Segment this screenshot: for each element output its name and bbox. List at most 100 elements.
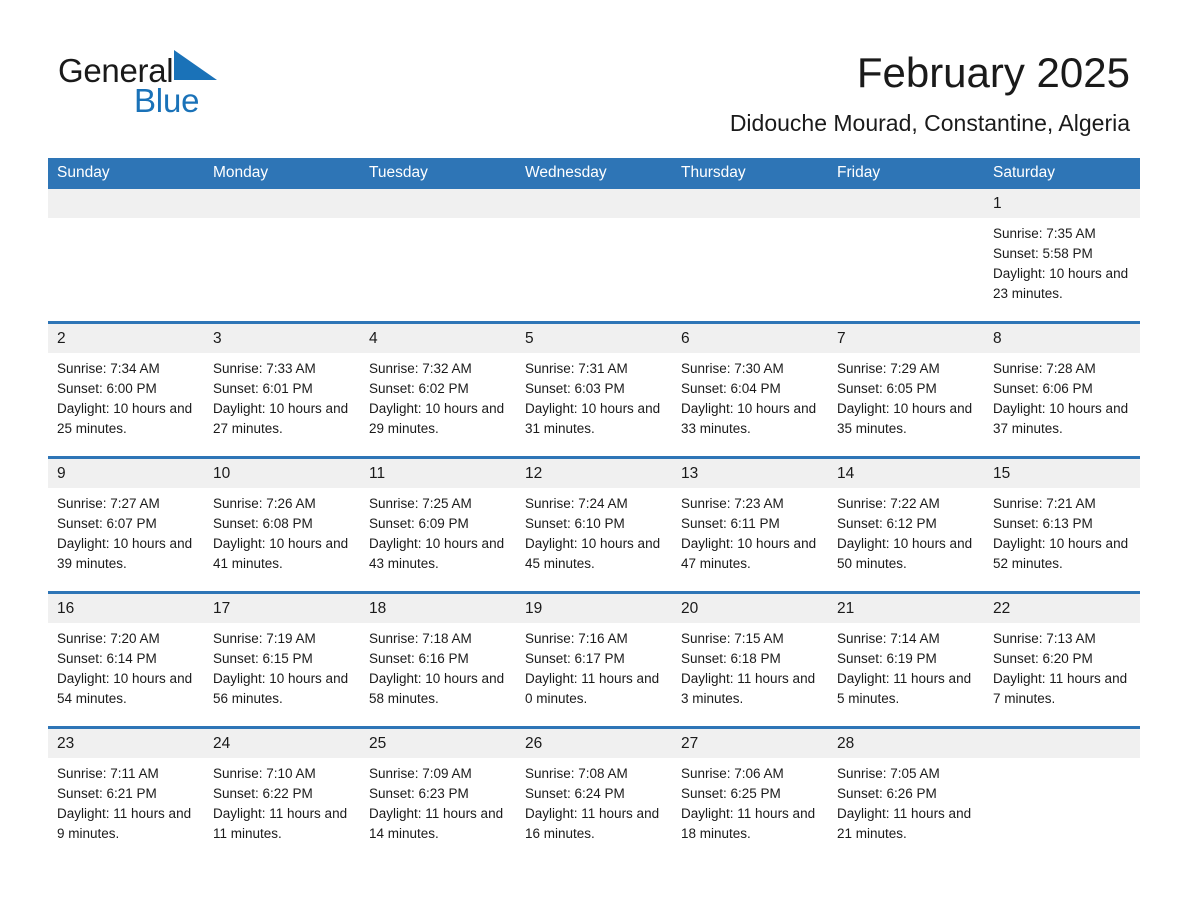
weekday-header-wednesday: Wednesday (516, 158, 672, 189)
day-number: 12 (516, 459, 672, 488)
day-number: 5 (516, 324, 672, 353)
sunrise-text: Sunrise: 7:13 AM (993, 631, 1096, 646)
calendar-day-cell[interactable]: 19 Sunrise: 7:16 AM Sunset: 6:17 PM Dayligh… (516, 591, 672, 728)
calendar-day-cell[interactable]: 20 Sunrise: 7:15 AM Sunset: 6:18 PM Dayligh… (672, 591, 828, 728)
daylight-text: Daylight: 10 hours and 54 minutes. (57, 671, 193, 706)
calendar-day-cell[interactable]: 9 Sunrise: 7:27 AM Sunset: 6:07 PM Daylight… (48, 456, 204, 593)
daylight-text: Daylight: 11 hours and 16 minutes. (525, 806, 660, 841)
daylight-text: Daylight: 11 hours and 5 minutes. (837, 671, 972, 706)
sunset-text: Sunset: 6:15 PM (213, 651, 313, 666)
daylight-text: Daylight: 10 hours and 35 minutes. (837, 401, 973, 436)
day-number: 1 (984, 189, 1140, 218)
sunrise-text: Sunrise: 7:22 AM (837, 496, 940, 511)
calendar-body: 1 Sunrise: 7:35 AM Sunset: 5:58 PM Daylight… (48, 189, 1140, 861)
calendar-week-row: 23 Sunrise: 7:11 AM Sunset: 6:21 PM Dayligh… (48, 726, 1140, 861)
sunset-text: Sunset: 6:05 PM (837, 381, 937, 396)
page-header: General Blue February 2025 Didouche Mour… (0, 0, 1188, 155)
day-number: 22 (984, 594, 1140, 623)
day-number: 25 (360, 729, 516, 758)
calendar-day-cell[interactable]: 28 Sunrise: 7:05 AM Sunset: 6:26 PM Dayligh… (828, 726, 984, 861)
sunset-text: Sunset: 6:10 PM (525, 516, 625, 531)
calendar-day-cell[interactable]: 25 Sunrise: 7:09 AM Sunset: 6:23 PM Dayligh… (360, 726, 516, 861)
day-number (672, 189, 828, 218)
calendar-day-cell[interactable]: 11 Sunrise: 7:25 AM Sunset: 6:09 PM Dayligh… (360, 456, 516, 593)
day-number: 13 (672, 459, 828, 488)
day-details: Sunrise: 7:15 AM Sunset: 6:18 PM Daylight:… (672, 623, 828, 709)
day-details: Sunrise: 7:10 AM Sunset: 6:22 PM Daylight:… (204, 758, 360, 844)
logo-top-row: General (58, 50, 358, 89)
calendar-day-cell[interactable]: 24 Sunrise: 7:10 AM Sunset: 6:22 PM Dayligh… (204, 726, 360, 861)
sunset-text: Sunset: 6:21 PM (57, 786, 157, 801)
calendar-week-row: 9 Sunrise: 7:27 AM Sunset: 6:07 PM Daylight… (48, 456, 1140, 593)
daylight-text: Daylight: 10 hours and 56 minutes. (213, 671, 349, 706)
sunrise-text: Sunrise: 7:11 AM (57, 766, 159, 781)
sunset-text: Sunset: 6:18 PM (681, 651, 781, 666)
daylight-text: Daylight: 10 hours and 31 minutes. (525, 401, 661, 436)
day-details: Sunrise: 7:31 AM Sunset: 6:03 PM Daylight:… (516, 353, 672, 439)
day-number: 4 (360, 324, 516, 353)
calendar-day-cell[interactable]: 5 Sunrise: 7:31 AM Sunset: 6:03 PM Daylight… (516, 321, 672, 458)
sunset-text: Sunset: 6:20 PM (993, 651, 1093, 666)
daylight-text: Daylight: 11 hours and 14 minutes. (369, 806, 504, 841)
calendar-table: Sunday Monday Tuesday Wednesday Thursday Frid… (48, 158, 1140, 861)
day-number (828, 189, 984, 218)
calendar-day-cell[interactable]: 12 Sunrise: 7:24 AM Sunset: 6:10 PM Dayligh… (516, 456, 672, 593)
day-number: 10 (204, 459, 360, 488)
calendar-day-cell[interactable]: 22 Sunrise: 7:13 AM Sunset: 6:20 PM Dayligh… (984, 591, 1140, 728)
day-details: Sunrise: 7:13 AM Sunset: 6:20 PM Daylight:… (984, 623, 1140, 709)
day-number: 26 (516, 729, 672, 758)
day-number: 11 (360, 459, 516, 488)
calendar-day-cell[interactable]: 4 Sunrise: 7:32 AM Sunset: 6:02 PM Daylight… (360, 321, 516, 458)
calendar-day-cell[interactable]: 13 Sunrise: 7:23 AM Sunset: 6:11 PM Dayligh… (672, 456, 828, 593)
day-number: 7 (828, 324, 984, 353)
day-details: Sunrise: 7:05 AM Sunset: 6:26 PM Daylight:… (828, 758, 984, 844)
weekday-header-saturday: Saturday (984, 158, 1140, 189)
calendar-day-cell-empty (828, 189, 984, 323)
calendar-day-cell[interactable]: 15 Sunrise: 7:21 AM Sunset: 6:13 PM Dayligh… (984, 456, 1140, 593)
day-number (984, 729, 1140, 758)
calendar-day-cell[interactable]: 16 Sunrise: 7:20 AM Sunset: 6:14 PM Dayligh… (48, 591, 204, 728)
sunset-text: Sunset: 6:16 PM (369, 651, 469, 666)
calendar-day-cell[interactable]: 2 Sunrise: 7:34 AM Sunset: 6:00 PM Daylight… (48, 321, 204, 458)
calendar-day-cell[interactable]: 17 Sunrise: 7:19 AM Sunset: 6:15 PM Dayligh… (204, 591, 360, 728)
day-number: 8 (984, 324, 1140, 353)
daylight-text: Daylight: 10 hours and 52 minutes. (993, 536, 1129, 571)
calendar-day-cell[interactable]: 21 Sunrise: 7:14 AM Sunset: 6:19 PM Dayligh… (828, 591, 984, 728)
sunset-text: Sunset: 6:03 PM (525, 381, 625, 396)
calendar-day-cell[interactable]: 6 Sunrise: 7:30 AM Sunset: 6:04 PM Daylight… (672, 321, 828, 458)
page-subtitle: Didouche Mourad, Constantine, Algeria (729, 110, 1130, 136)
day-details: Sunrise: 7:21 AM Sunset: 6:13 PM Daylight:… (984, 488, 1140, 574)
calendar-day-cell[interactable]: 3 Sunrise: 7:33 AM Sunset: 6:01 PM Daylight… (204, 321, 360, 458)
day-number (204, 189, 360, 218)
weekday-header-monday: Monday (204, 158, 360, 189)
calendar-day-cell[interactable]: 14 Sunrise: 7:22 AM Sunset: 6:12 PM Dayligh… (828, 456, 984, 593)
day-number: 24 (204, 729, 360, 758)
sunset-text: Sunset: 6:17 PM (525, 651, 625, 666)
calendar-day-cell[interactable]: 8 Sunrise: 7:28 AM Sunset: 6:06 PM Daylight… (984, 321, 1140, 458)
day-details: Sunrise: 7:26 AM Sunset: 6:08 PM Daylight:… (204, 488, 360, 574)
sunrise-text: Sunrise: 7:14 AM (837, 631, 940, 646)
calendar-day-cell[interactable]: 27 Sunrise: 7:06 AM Sunset: 6:25 PM Dayligh… (672, 726, 828, 861)
calendar-week-row: 2 Sunrise: 7:34 AM Sunset: 6:00 PM Daylight… (48, 321, 1140, 458)
sunrise-text: Sunrise: 7:10 AM (213, 766, 316, 781)
daylight-text: Daylight: 10 hours and 33 minutes. (681, 401, 817, 436)
weekday-header-tuesday: Tuesday (360, 158, 516, 189)
day-details: Sunrise: 7:11 AM Sunset: 6:21 PM Daylight:… (48, 758, 204, 844)
calendar-day-cell[interactable]: 7 Sunrise: 7:29 AM Sunset: 6:05 PM Daylight… (828, 321, 984, 458)
daylight-text: Daylight: 11 hours and 11 minutes. (213, 806, 348, 841)
calendar-day-cell[interactable]: 1 Sunrise: 7:35 AM Sunset: 5:58 PM Daylight… (984, 189, 1140, 323)
day-details: Sunrise: 7:18 AM Sunset: 6:16 PM Daylight:… (360, 623, 516, 709)
calendar-day-cell[interactable]: 23 Sunrise: 7:11 AM Sunset: 6:21 PM Dayligh… (48, 726, 204, 861)
daylight-text: Daylight: 11 hours and 21 minutes. (837, 806, 972, 841)
calendar-day-cell[interactable]: 10 Sunrise: 7:26 AM Sunset: 6:08 PM Dayligh… (204, 456, 360, 593)
sunset-text: Sunset: 6:14 PM (57, 651, 157, 666)
sunset-text: Sunset: 6:08 PM (213, 516, 313, 531)
sunrise-text: Sunrise: 7:35 AM (993, 226, 1096, 241)
calendar-day-cell[interactable]: 18 Sunrise: 7:18 AM Sunset: 6:16 PM Dayligh… (360, 591, 516, 728)
day-details: Sunrise: 7:19 AM Sunset: 6:15 PM Daylight:… (204, 623, 360, 709)
day-details: Sunrise: 7:32 AM Sunset: 6:02 PM Daylight:… (360, 353, 516, 439)
sunrise-text: Sunrise: 7:33 AM (213, 361, 316, 376)
day-number: 2 (48, 324, 204, 353)
calendar-day-cell[interactable]: 26 Sunrise: 7:08 AM Sunset: 6:24 PM Dayligh… (516, 726, 672, 861)
sunset-text: Sunset: 6:01 PM (213, 381, 313, 396)
